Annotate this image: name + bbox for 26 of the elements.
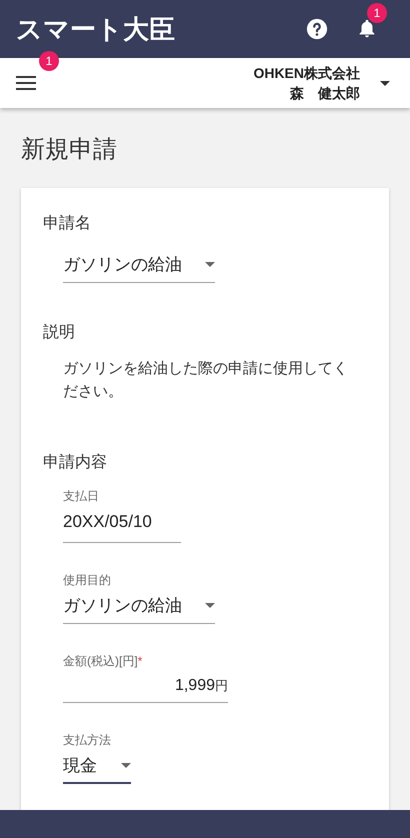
help-icon[interactable]	[306, 18, 328, 40]
app-title: スマート大臣	[16, 12, 175, 46]
caret-icon	[121, 762, 131, 768]
section-label: 説明	[43, 322, 76, 342]
caret-icon	[205, 262, 215, 268]
unit-label: 円	[215, 676, 228, 694]
caret-icon[interactable]	[380, 80, 390, 86]
field-label: 使用目的	[63, 572, 112, 589]
select-field[interactable]: 現金	[63, 752, 131, 784]
amount-field[interactable]: 1,999円	[63, 674, 228, 702]
section-label: 申請内容	[43, 452, 108, 472]
page-title: 新規申請	[20, 135, 118, 165]
notification-badge: 1	[367, 3, 387, 23]
date-field[interactable]: 20XX/05/10	[63, 508, 181, 543]
caret-icon	[205, 603, 215, 608]
field-label: 金額(税込)[円]*	[63, 652, 144, 670]
description-text: ガソリンを給油した際の申請に使用してください。	[63, 358, 349, 402]
field-label: 支払日	[63, 488, 100, 504]
select-field[interactable]: ガソリンの給油	[63, 593, 215, 624]
field-label: 支払方法	[63, 732, 112, 748]
company-name: OHKEN株式会社	[253, 64, 360, 83]
user-name: 森 健太郎	[290, 84, 360, 103]
select-field[interactable]: ガソリンの給油	[63, 252, 215, 282]
menu-icon[interactable]	[16, 76, 36, 90]
section-label: 申請名	[43, 214, 92, 234]
menu-badge: 1	[39, 51, 59, 71]
